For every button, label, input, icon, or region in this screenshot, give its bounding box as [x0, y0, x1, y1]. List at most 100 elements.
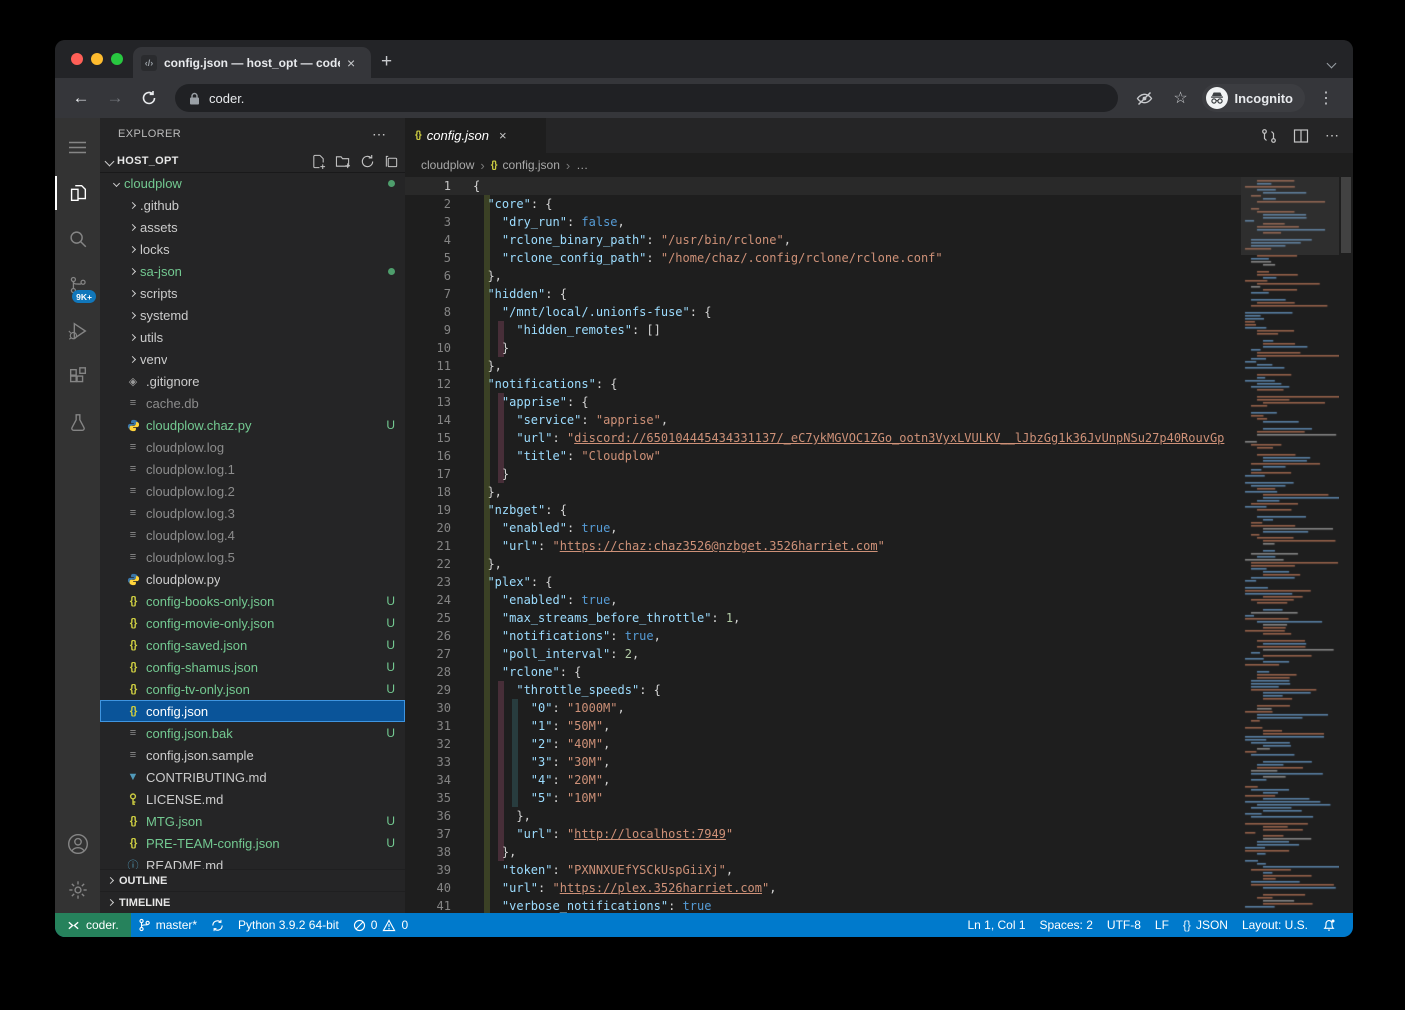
- sync-button[interactable]: [204, 913, 231, 937]
- code-line-7[interactable]: 7 "hidden": {: [405, 285, 1241, 303]
- language-mode-status[interactable]: {} JSON: [1176, 913, 1235, 937]
- code-line-26[interactable]: 26 "notifications": true,: [405, 627, 1241, 645]
- editor-scrollbar[interactable]: [1339, 177, 1353, 913]
- code-line-16[interactable]: 16 "title": "Cloudplow": [405, 447, 1241, 465]
- tree-item-sa-json[interactable]: sa-json: [100, 260, 405, 282]
- code-line-29[interactable]: 29 "throttle_speeds": {: [405, 681, 1241, 699]
- tree-item-cloudplow.log.3[interactable]: ≡cloudplow.log.3: [100, 502, 405, 524]
- tree-item-CONTRIBUTING.md[interactable]: ▼CONTRIBUTING.md: [100, 766, 405, 788]
- close-editor-tab-icon[interactable]: ×: [499, 128, 507, 143]
- timeline-section-header[interactable]: TIMELINE: [100, 891, 405, 913]
- minimize-window-button[interactable]: [91, 53, 103, 65]
- menu-button[interactable]: [55, 124, 100, 170]
- settings-gear-button[interactable]: [55, 867, 100, 913]
- code-line-5[interactable]: 5 "rclone_config_path": "/home/chaz/.con…: [405, 249, 1241, 267]
- tree-item-cloudplow.log.2[interactable]: ≡cloudplow.log.2: [100, 480, 405, 502]
- code-line-17[interactable]: 17 }: [405, 465, 1241, 483]
- code-line-38[interactable]: 38 },: [405, 843, 1241, 861]
- code-line-13[interactable]: 13 "apprise": {: [405, 393, 1241, 411]
- tree-item-venv[interactable]: venv: [100, 348, 405, 370]
- code-line-40[interactable]: 40 "url": "https://plex.3526harriet.com"…: [405, 879, 1241, 897]
- editor-tab-config-json[interactable]: {} config.json ×: [405, 118, 547, 153]
- browser-menu-button[interactable]: ⋮: [1311, 84, 1341, 112]
- open-changes-icon[interactable]: [1261, 128, 1277, 144]
- code-line-1[interactable]: 1{: [405, 177, 1241, 195]
- code-line-32[interactable]: 32 "2": "40M",: [405, 735, 1241, 753]
- account-button[interactable]: [55, 821, 100, 867]
- code-line-37[interactable]: 37 "url": "http://localhost:7949": [405, 825, 1241, 843]
- forward-button[interactable]: →: [101, 84, 129, 112]
- code-line-22[interactable]: 22 },: [405, 555, 1241, 573]
- tree-item-PRE-TEAM-config.json[interactable]: {}PRE-TEAM-config.jsonU: [100, 832, 405, 854]
- maximize-window-button[interactable]: [111, 53, 123, 65]
- editor-more-actions-icon[interactable]: ⋯: [1325, 127, 1339, 144]
- problems-status[interactable]: 0 0: [346, 913, 415, 937]
- code-line-23[interactable]: 23 "plex": {: [405, 573, 1241, 591]
- close-tab-icon[interactable]: ×: [347, 56, 355, 70]
- code-line-30[interactable]: 30 "0": "1000M",: [405, 699, 1241, 717]
- split-editor-icon[interactable]: [1293, 128, 1309, 144]
- tree-item-locks[interactable]: locks: [100, 238, 405, 260]
- eol-status[interactable]: LF: [1148, 913, 1176, 937]
- tree-item-config.json.sample[interactable]: ≡config.json.sample: [100, 744, 405, 766]
- tree-item-.github[interactable]: .github: [100, 194, 405, 216]
- eye-off-button[interactable]: [1130, 84, 1160, 112]
- address-bar[interactable]: coder.: [175, 84, 1118, 112]
- close-window-button[interactable]: [71, 53, 83, 65]
- testing-activity-button[interactable]: [55, 400, 100, 446]
- code-line-24[interactable]: 24 "enabled": true,: [405, 591, 1241, 609]
- tree-item-cloudplow.log.5[interactable]: ≡cloudplow.log.5: [100, 546, 405, 568]
- new-tab-button[interactable]: +: [381, 51, 392, 73]
- code-line-35[interactable]: 35 "5": "10M": [405, 789, 1241, 807]
- code-line-12[interactable]: 12 "notifications": {: [405, 375, 1241, 393]
- code-line-33[interactable]: 33 "3": "30M",: [405, 753, 1241, 771]
- tree-item-systemd[interactable]: systemd: [100, 304, 405, 326]
- tree-item-.gitignore[interactable]: ◈.gitignore: [100, 370, 405, 392]
- collapse-all-icon[interactable]: [384, 154, 399, 169]
- search-tabs-chevron-icon[interactable]: [1328, 54, 1335, 72]
- tree-item-cloudplow.log[interactable]: ≡cloudplow.log: [100, 436, 405, 458]
- code-line-39[interactable]: 39 "token": "PXNNXUEfYSCkUspGiiXj",: [405, 861, 1241, 879]
- extensions-activity-button[interactable]: [55, 354, 100, 400]
- tree-item-config.json.bak[interactable]: ≡config.json.bakU: [100, 722, 405, 744]
- back-button[interactable]: ←: [67, 84, 95, 112]
- url-text[interactable]: coder.: [209, 91, 244, 106]
- tree-item-cache.db[interactable]: ≡cache.db: [100, 392, 405, 414]
- code-line-4[interactable]: 4 "rclone_binary_path": "/usr/bin/rclone…: [405, 231, 1241, 249]
- breadcrumb-folder[interactable]: cloudplow: [421, 158, 474, 172]
- git-branch-status[interactable]: master*: [131, 913, 204, 937]
- encoding-status[interactable]: UTF-8: [1100, 913, 1148, 937]
- tree-item-config-movie-only.json[interactable]: {}config-movie-only.jsonU: [100, 612, 405, 634]
- code-line-11[interactable]: 11 },: [405, 357, 1241, 375]
- breadcrumb-file[interactable]: config.json: [503, 158, 560, 172]
- python-version-status[interactable]: Python 3.9.2 64-bit: [231, 913, 346, 937]
- outline-section-header[interactable]: OUTLINE: [100, 869, 405, 891]
- incognito-indicator[interactable]: Incognito: [1202, 84, 1306, 112]
- tree-item-config-tv-only.json[interactable]: {}config-tv-only.jsonU: [100, 678, 405, 700]
- code-line-9[interactable]: 9 "hidden_remotes": []: [405, 321, 1241, 339]
- tree-item-config-books-only.json[interactable]: {}config-books-only.jsonU: [100, 590, 405, 612]
- explorer-more-actions-icon[interactable]: ⋯: [372, 126, 387, 143]
- code-line-10[interactable]: 10 }: [405, 339, 1241, 357]
- search-activity-button[interactable]: [55, 216, 100, 262]
- new-file-icon[interactable]: [311, 154, 326, 169]
- tree-item-LICENSE.md[interactable]: LICENSE.md: [100, 788, 405, 810]
- code-line-19[interactable]: 19 "nzbget": {: [405, 501, 1241, 519]
- code-line-20[interactable]: 20 "enabled": true,: [405, 519, 1241, 537]
- code-line-6[interactable]: 6 },: [405, 267, 1241, 285]
- tree-item-README.md[interactable]: ⓘREADME.md: [100, 854, 405, 869]
- tree-item-assets[interactable]: assets: [100, 216, 405, 238]
- remote-indicator[interactable]: coder.: [55, 913, 131, 937]
- cursor-position-status[interactable]: Ln 1, Col 1: [960, 913, 1032, 937]
- code-line-21[interactable]: 21 "url": "https://chaz:chaz3526@nzbget.…: [405, 537, 1241, 555]
- code-area[interactable]: 1{2 "core": {3 "dry_run": false,4 "rclon…: [405, 177, 1353, 913]
- breadcrumb-symbol[interactable]: …: [576, 158, 588, 172]
- tree-item-scripts[interactable]: scripts: [100, 282, 405, 304]
- minimap-slider[interactable]: [1241, 177, 1339, 255]
- tree-item-cloudplow[interactable]: cloudplow: [100, 172, 405, 194]
- keyboard-layout-status[interactable]: Layout: U.S.: [1235, 913, 1315, 937]
- code-line-2[interactable]: 2 "core": {: [405, 195, 1241, 213]
- tree-item-cloudplow.chaz.py[interactable]: cloudplow.chaz.pyU: [100, 414, 405, 436]
- run-debug-activity-button[interactable]: [55, 308, 100, 354]
- code-line-31[interactable]: 31 "1": "50M",: [405, 717, 1241, 735]
